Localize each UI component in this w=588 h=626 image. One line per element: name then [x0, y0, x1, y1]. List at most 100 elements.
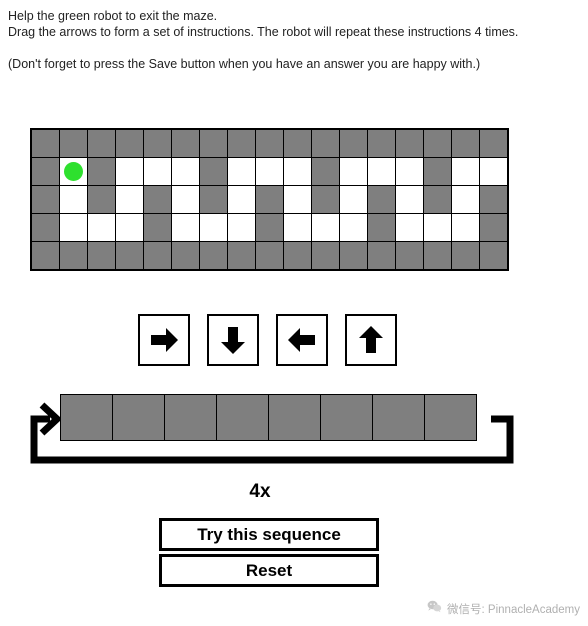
maze-cell [368, 186, 395, 213]
maze-cell [368, 130, 395, 157]
maze-cell [396, 214, 423, 241]
maze-cell [312, 214, 339, 241]
maze-cell [368, 214, 395, 241]
maze-cell [424, 186, 451, 213]
maze-cell [312, 186, 339, 213]
sequence-slot[interactable] [113, 395, 164, 440]
maze-cell [172, 214, 199, 241]
sequence-slot[interactable] [321, 395, 372, 440]
maze-cell [88, 242, 115, 269]
maze-cell [172, 158, 199, 185]
maze-cell [256, 130, 283, 157]
arrow-left-button[interactable] [276, 314, 328, 366]
sequence-slot[interactable] [425, 395, 476, 440]
maze-cell [340, 130, 367, 157]
maze-cell [480, 214, 507, 241]
maze-cell [116, 130, 143, 157]
sequence-area [28, 392, 518, 468]
maze-cell [396, 158, 423, 185]
sequence-slot[interactable] [217, 395, 268, 440]
maze-cell [452, 158, 479, 185]
maze-cell [200, 158, 227, 185]
maze-cell [200, 186, 227, 213]
maze-cell [312, 130, 339, 157]
repeat-count-label: 4x [249, 481, 271, 502]
maze-cell [144, 186, 171, 213]
arrow-right-icon [147, 323, 181, 357]
maze-cell [88, 214, 115, 241]
maze-cell [368, 242, 395, 269]
robot-token [64, 162, 83, 181]
maze-cell [88, 186, 115, 213]
maze-cell [200, 214, 227, 241]
maze-cell [172, 242, 199, 269]
arrow-down-icon [216, 323, 250, 357]
maze-cell [116, 186, 143, 213]
maze-cell [60, 214, 87, 241]
maze-cell [284, 214, 311, 241]
maze-cell [228, 214, 255, 241]
watermark-text: 微信号: PinnacleAcademy [447, 604, 580, 616]
sequence-slot[interactable] [373, 395, 424, 440]
maze-cell [256, 158, 283, 185]
arrow-up-icon [354, 323, 388, 357]
maze-cell [340, 158, 367, 185]
maze-cell [32, 186, 59, 213]
maze-cell [312, 158, 339, 185]
maze-cell [452, 130, 479, 157]
maze-cell [424, 242, 451, 269]
maze-cell [480, 130, 507, 157]
maze-cell [88, 130, 115, 157]
maze-cell [396, 186, 423, 213]
maze-cell [424, 214, 451, 241]
sequence-slot[interactable] [165, 395, 216, 440]
maze-cell [480, 186, 507, 213]
maze-cell [256, 214, 283, 241]
maze-cell [284, 158, 311, 185]
maze-cell [424, 158, 451, 185]
reset-button[interactable]: Reset [159, 554, 379, 587]
try-sequence-button[interactable]: Try this sequence [159, 518, 379, 551]
maze-cell [116, 242, 143, 269]
sequence-slots [60, 394, 477, 441]
maze-cell [424, 130, 451, 157]
maze-cell [172, 186, 199, 213]
arrow-down-button[interactable] [207, 314, 259, 366]
maze-cell [228, 158, 255, 185]
sequence-slot[interactable] [269, 395, 320, 440]
arrow-left-icon [285, 323, 319, 357]
maze-grid [30, 128, 509, 271]
maze-cell [116, 158, 143, 185]
instruction-line-2: Drag the arrows to form a set of instruc… [8, 25, 519, 39]
sequence-slot[interactable] [61, 395, 112, 440]
maze-cell [32, 214, 59, 241]
maze-cell [32, 158, 59, 185]
maze-cell [116, 214, 143, 241]
maze-cell [200, 242, 227, 269]
maze-cell [144, 242, 171, 269]
arrow-up-button[interactable] [345, 314, 397, 366]
maze-cell [144, 130, 171, 157]
instruction-spacer [8, 40, 586, 56]
instruction-line-1: Help the green robot to exit the maze. [8, 9, 218, 23]
maze-cell [452, 186, 479, 213]
maze-cell [60, 130, 87, 157]
maze-cell [340, 214, 367, 241]
maze-cell [256, 186, 283, 213]
maze-cell [88, 158, 115, 185]
maze-cell [200, 130, 227, 157]
maze-cell [396, 130, 423, 157]
maze-cell [284, 130, 311, 157]
maze-cell [32, 242, 59, 269]
maze-cell [480, 158, 507, 185]
maze-cell [368, 158, 395, 185]
maze-cell [144, 158, 171, 185]
maze-cell [228, 242, 255, 269]
maze-cell [228, 186, 255, 213]
arrow-right-button[interactable] [138, 314, 190, 366]
maze-cell [144, 214, 171, 241]
maze-cell [32, 130, 59, 157]
maze-cell [284, 186, 311, 213]
maze-cell [452, 242, 479, 269]
maze-cell [312, 242, 339, 269]
